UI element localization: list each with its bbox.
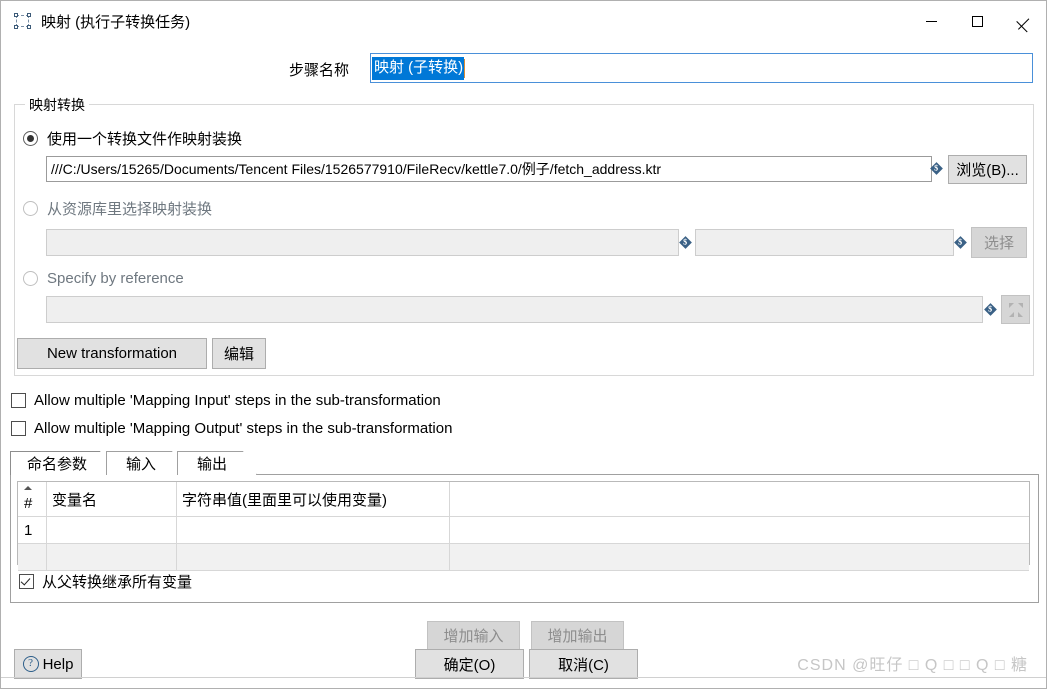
cell-filler xyxy=(450,517,1029,543)
variable-marker-icon-reference: $ xyxy=(984,303,997,316)
tab-named-parameters-label: 命名参数 xyxy=(26,455,87,473)
ok-button[interactable]: 确定(O) xyxy=(415,649,524,679)
cancel-button[interactable]: 取消(C) xyxy=(529,649,638,679)
sort-ascending-icon xyxy=(24,486,32,490)
cell-filler xyxy=(450,544,1029,570)
window-title: 映射 (执行子转换任务) xyxy=(41,13,191,31)
text-caret xyxy=(464,58,466,78)
cell-number xyxy=(18,544,47,570)
add-output-button[interactable]: 增加输出 xyxy=(531,621,624,650)
maximize-icon xyxy=(971,15,983,27)
step-name-row: 步骤名称 映射 (子转换) xyxy=(1,53,1046,85)
radio-button-icon xyxy=(23,201,38,216)
mapping-step-dialog: 映射 (执行子转换任务) 步骤名称 映射 (子转换) 映射转换 使用一个转换文件… xyxy=(0,0,1047,689)
tab-body: # 变量名 字符串值(里面里可以使用变量) 1 从父转换继承所有变量 xyxy=(10,474,1039,603)
variable-marker-icon-repo-dir: $ xyxy=(679,236,692,249)
table-header-row: # 变量名 字符串值(里面里可以使用变量) xyxy=(18,482,1029,517)
cell-variable-name[interactable] xyxy=(47,517,177,543)
footer-divider xyxy=(1,677,1046,678)
help-button[interactable]: ? Help xyxy=(14,649,82,679)
minimize-icon xyxy=(925,20,937,22)
reference-input[interactable] xyxy=(46,296,983,323)
checkbox-allow-multiple-output-label: Allow multiple 'Mapping Output' steps in… xyxy=(34,420,453,437)
new-transformation-button[interactable]: New transformation xyxy=(17,338,207,369)
radio-use-repository-label: 从资源库里选择映射装换 xyxy=(47,201,213,218)
radio-use-file[interactable]: 使用一个转换文件作映射装换 xyxy=(23,128,242,149)
step-name-label: 步骤名称 xyxy=(289,62,350,79)
cell-string-value[interactable] xyxy=(177,544,450,570)
group-title: 映射转换 xyxy=(25,95,89,115)
add-input-button[interactable]: 增加输入 xyxy=(427,621,520,650)
close-button[interactable] xyxy=(1000,1,1046,41)
checkbox-inherit-all-variables[interactable]: 从父转换继承所有变量 xyxy=(19,571,192,592)
help-button-label: Help xyxy=(42,655,74,673)
variable-marker-icon-repo-name: $ xyxy=(954,236,967,249)
tab-input[interactable]: 输入 xyxy=(106,451,186,475)
column-header-variable-name-label: 变量名 xyxy=(52,491,98,509)
question-mark-icon: ? xyxy=(22,656,39,672)
watermark: CSDN @旺仔 □ Q □ □ Q □ 糖 xyxy=(797,657,1028,674)
cell-string-value[interactable] xyxy=(177,517,450,543)
repository-transformation-input[interactable] xyxy=(695,229,954,256)
table-row[interactable] xyxy=(18,544,1029,571)
reference-browse-button[interactable] xyxy=(1001,295,1030,324)
edit-transformation-button[interactable]: 编辑 xyxy=(212,338,266,369)
transformation-step-icon xyxy=(14,12,32,30)
table-row[interactable]: 1 xyxy=(18,517,1029,544)
column-header-number-label: # xyxy=(24,494,33,512)
radio-specify-by-reference-label: Specify by reference xyxy=(47,270,184,287)
window-controls xyxy=(908,1,1046,41)
repository-directory-input[interactable] xyxy=(46,229,679,256)
browse-button[interactable]: 浏览(B)... xyxy=(948,155,1027,184)
radio-button-icon xyxy=(23,271,38,286)
cell-number: 1 xyxy=(18,517,47,543)
step-name-value: 映射 (子转换) xyxy=(372,56,465,80)
radio-use-repository[interactable]: 从资源库里选择映射装换 xyxy=(23,198,212,219)
checkbox-allow-multiple-output[interactable]: Allow multiple 'Mapping Output' steps in… xyxy=(11,420,452,437)
parameters-tab-folder: # 变量名 字符串值(里面里可以使用变量) 1 从父转换继承所有变量 命名参数 … xyxy=(10,451,1039,603)
radio-specify-by-reference[interactable]: Specify by reference xyxy=(23,270,184,287)
checkbox-allow-multiple-input-label: Allow multiple 'Mapping Input' steps in … xyxy=(34,392,441,409)
cell-variable-name[interactable] xyxy=(47,544,177,570)
radio-use-file-label: 使用一个转换文件作映射装换 xyxy=(47,131,243,148)
collapse-arrows-icon xyxy=(1008,302,1023,317)
column-header-filler xyxy=(450,482,1029,516)
checkbox-icon xyxy=(11,393,26,408)
maximize-button[interactable] xyxy=(954,1,1000,41)
tab-named-parameters[interactable]: 命名参数 xyxy=(10,451,114,475)
tab-output-label: 输出 xyxy=(196,455,227,473)
checkbox-inherit-all-variables-label: 从父转换继承所有变量 xyxy=(42,574,193,591)
checkbox-icon xyxy=(19,574,34,589)
close-icon xyxy=(1017,15,1030,28)
tab-bar: 命名参数 输入 输出 xyxy=(10,451,1039,475)
title-bar: 映射 (执行子转换任务) xyxy=(1,1,1046,41)
checkbox-icon xyxy=(11,421,26,436)
step-name-input[interactable]: 映射 (子转换) xyxy=(370,53,1033,83)
column-header-number[interactable]: # xyxy=(18,482,47,516)
select-repository-button[interactable]: 选择 xyxy=(971,227,1027,258)
tab-output[interactable]: 输出 xyxy=(177,451,257,475)
minimize-button[interactable] xyxy=(908,1,954,41)
tab-input-label: 输入 xyxy=(125,455,156,473)
checkbox-allow-multiple-input[interactable]: Allow multiple 'Mapping Input' steps in … xyxy=(11,392,441,409)
variable-marker-icon-file: $ xyxy=(930,162,943,175)
named-parameters-table[interactable]: # 变量名 字符串值(里面里可以使用变量) 1 xyxy=(17,481,1030,571)
column-header-string-value-label: 字符串值(里面里可以使用变量) xyxy=(182,491,387,509)
transformation-file-path-input[interactable]: ///C:/Users/15265/Documents/Tencent File… xyxy=(46,156,932,182)
column-header-variable-name[interactable]: 变量名 xyxy=(47,482,177,516)
radio-button-icon xyxy=(23,131,38,146)
column-header-string-value[interactable]: 字符串值(里面里可以使用变量) xyxy=(177,482,450,516)
